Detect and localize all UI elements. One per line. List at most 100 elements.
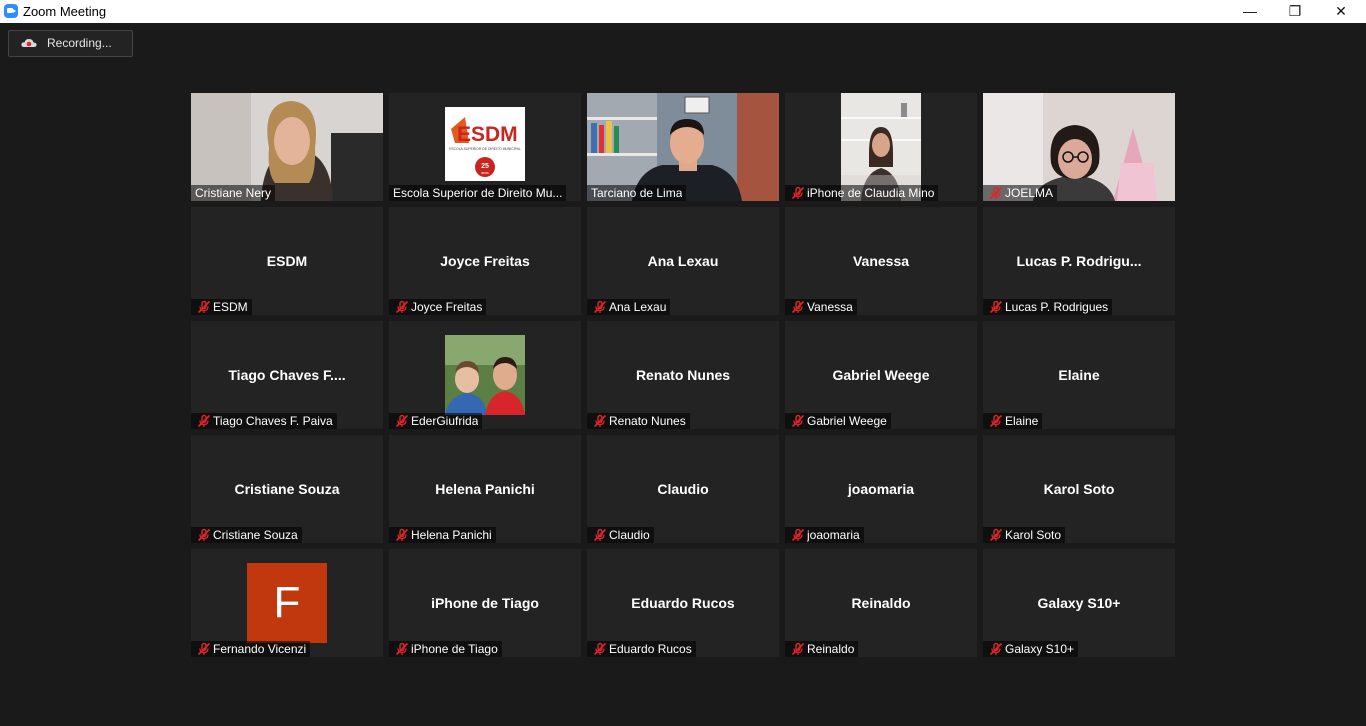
minimize-button[interactable]: — bbox=[1227, 0, 1273, 23]
mic-muted-icon bbox=[989, 528, 1003, 542]
mic-muted-icon bbox=[593, 414, 607, 428]
mic-muted-icon bbox=[791, 186, 805, 200]
participant-tile[interactable]: Karol Soto Karol Soto bbox=[983, 435, 1175, 543]
participant-tile[interactable]: Vanessa Vanessa bbox=[785, 207, 977, 315]
participant-name-tag: Tiago Chaves F. Paiva bbox=[191, 413, 337, 429]
mic-muted-icon bbox=[791, 300, 805, 314]
participant-name-tag: Cristiane Nery bbox=[191, 185, 276, 201]
participant-name-label: Cristiane Souza bbox=[213, 528, 298, 542]
participant-tile[interactable]: ESDM ESCOLA SUPERIOR DE DIREITO MUNICIPAL… bbox=[389, 93, 581, 201]
participant-name-tag: Helena Panichi bbox=[389, 527, 496, 543]
participant-name-tag: Claudio bbox=[587, 527, 654, 543]
mic-muted-icon bbox=[593, 528, 607, 542]
restore-button[interactable]: ❐ bbox=[1272, 0, 1318, 23]
participant-name-tag: Escola Superior de Direito Mu... bbox=[389, 185, 567, 201]
participant-tile[interactable]: iPhone de Tiago iPhone de Tiago bbox=[389, 549, 581, 657]
esdm-logo-image: ESDMESCOLA SUPERIOR DE DIREITO MUNICIPAL… bbox=[445, 107, 525, 181]
participant-tile[interactable]: Ana Lexau Ana Lexau bbox=[587, 207, 779, 315]
participant-tile[interactable]: Gabriel Weege Gabriel Weege bbox=[785, 321, 977, 429]
participant-tile[interactable]: Eduardo Rucos Eduardo Rucos bbox=[587, 549, 779, 657]
participant-name-tag: Cristiane Souza bbox=[191, 527, 302, 543]
participant-name-label: EderGiufrida bbox=[411, 414, 479, 428]
participant-tile[interactable]: ESDM ESDM bbox=[191, 207, 383, 315]
recording-indicator[interactable]: Recording... bbox=[8, 30, 133, 57]
participant-tile[interactable]: Lucas P. Rodrigu... Lucas P. Rodrigues bbox=[983, 207, 1175, 315]
participant-name-label: Eduardo Rucos bbox=[609, 642, 692, 656]
participant-name-tag: iPhone de Claudia Mino bbox=[785, 185, 939, 201]
title-bar: Zoom Meeting — ❐ ✕ bbox=[0, 0, 1366, 23]
participant-name-tag: Vanessa bbox=[785, 299, 857, 315]
participant-tile[interactable]: Reinaldo Reinaldo bbox=[785, 549, 977, 657]
mic-muted-icon bbox=[197, 642, 211, 656]
participant-tile[interactable]: Galaxy S10+ Galaxy S10+ bbox=[983, 549, 1175, 657]
logo-badge-sub: anos bbox=[481, 171, 489, 175]
participant-tile[interactable]: joaomaria joaomaria bbox=[785, 435, 977, 543]
zoom-app-icon bbox=[4, 4, 18, 18]
participant-name-label: Ana Lexau bbox=[609, 300, 667, 314]
participant-name-label: Tiago Chaves F. Paiva bbox=[213, 414, 333, 428]
mic-muted-icon bbox=[197, 414, 211, 428]
participant-name-tag: Tarciano de Lima bbox=[587, 185, 687, 201]
participant-avatar: F bbox=[247, 563, 327, 643]
participant-name-label: iPhone de Claudia Mino bbox=[807, 186, 935, 200]
participant-name-label: Reinaldo bbox=[807, 642, 855, 656]
participant-name-tag: Joyce Freitas bbox=[389, 299, 487, 315]
participant-name-label: Joyce Freitas bbox=[411, 300, 483, 314]
participant-name-tag: Gabriel Weege bbox=[785, 413, 891, 429]
participant-name-label: Lucas P. Rodrigues bbox=[1005, 300, 1109, 314]
recording-label: Recording... bbox=[47, 36, 112, 50]
mic-muted-icon bbox=[197, 528, 211, 542]
participant-name-tag: EderGiufrida bbox=[389, 413, 483, 429]
logo-title: ESDM bbox=[457, 123, 518, 146]
mic-muted-icon bbox=[395, 300, 409, 314]
avatar-letter: F bbox=[273, 578, 301, 627]
mic-muted-icon bbox=[197, 300, 211, 314]
participant-tile[interactable]: Helena Panichi Helena Panichi bbox=[389, 435, 581, 543]
participant-tile[interactable]: EderGiufrida bbox=[389, 321, 581, 429]
participant-name-label: JOELMA bbox=[1005, 186, 1054, 200]
cloud-record-icon bbox=[21, 38, 37, 47]
participant-name-tag: JOELMA bbox=[983, 185, 1058, 201]
participant-tile[interactable]: Claudio Claudio bbox=[587, 435, 779, 543]
participant-name-tag: Elaine bbox=[983, 413, 1043, 429]
participant-name-label: Fernando Vicenzi bbox=[213, 642, 307, 656]
participant-name-tag: Ana Lexau bbox=[587, 299, 671, 315]
participant-name-label: Escola Superior de Direito Mu... bbox=[393, 186, 563, 200]
mic-muted-icon bbox=[395, 528, 409, 542]
participant-name-label: joaomaria bbox=[807, 528, 860, 542]
participant-name-label: iPhone de Tiago bbox=[411, 642, 498, 656]
participant-name-tag: Reinaldo bbox=[785, 641, 859, 657]
participant-tile[interactable]: Cristiane Nery bbox=[191, 93, 383, 201]
participant-name-label: Cristiane Nery bbox=[195, 186, 272, 200]
participant-photo bbox=[445, 335, 525, 415]
participant-tile[interactable]: Elaine Elaine bbox=[983, 321, 1175, 429]
participant-name-tag: iPhone de Tiago bbox=[389, 641, 502, 657]
participant-name-label: Helena Panichi bbox=[411, 528, 492, 542]
participant-tile[interactable]: Renato Nunes Renato Nunes bbox=[587, 321, 779, 429]
participant-name-label: Claudio bbox=[609, 528, 650, 542]
mic-muted-icon bbox=[593, 642, 607, 656]
mic-muted-icon bbox=[989, 642, 1003, 656]
participant-tile[interactable]: Tiago Chaves F.... Tiago Chaves F. Paiva bbox=[191, 321, 383, 429]
participant-name-label: Gabriel Weege bbox=[807, 414, 887, 428]
participant-name-tag: joaomaria bbox=[785, 527, 864, 543]
mic-muted-icon bbox=[395, 642, 409, 656]
participant-tile[interactable]: Joyce Freitas Joyce Freitas bbox=[389, 207, 581, 315]
mic-muted-icon bbox=[791, 642, 805, 656]
mic-muted-icon bbox=[593, 300, 607, 314]
close-button[interactable]: ✕ bbox=[1318, 0, 1364, 23]
participant-name-tag: Galaxy S10+ bbox=[983, 641, 1079, 657]
participant-name-label: ESDM bbox=[213, 300, 248, 314]
participant-tile[interactable]: F Fernando Vicenzi bbox=[191, 549, 383, 657]
participant-name-label: Karol Soto bbox=[1005, 528, 1062, 542]
participant-tile[interactable]: iPhone de Claudia Mino bbox=[785, 93, 977, 201]
participant-tile[interactable]: Tarciano de Lima bbox=[587, 93, 779, 201]
participant-name-tag: Renato Nunes bbox=[587, 413, 690, 429]
participant-name-tag: ESDM bbox=[191, 299, 252, 315]
participant-tile[interactable]: JOELMA bbox=[983, 93, 1175, 201]
mic-muted-icon bbox=[989, 300, 1003, 314]
participant-name-tag: Eduardo Rucos bbox=[587, 641, 696, 657]
logo-subtitle: ESCOLA SUPERIOR DE DIREITO MUNICIPAL bbox=[449, 147, 521, 151]
participant-tile[interactable]: Cristiane Souza Cristiane Souza bbox=[191, 435, 383, 543]
window-title: Zoom Meeting bbox=[23, 4, 107, 19]
